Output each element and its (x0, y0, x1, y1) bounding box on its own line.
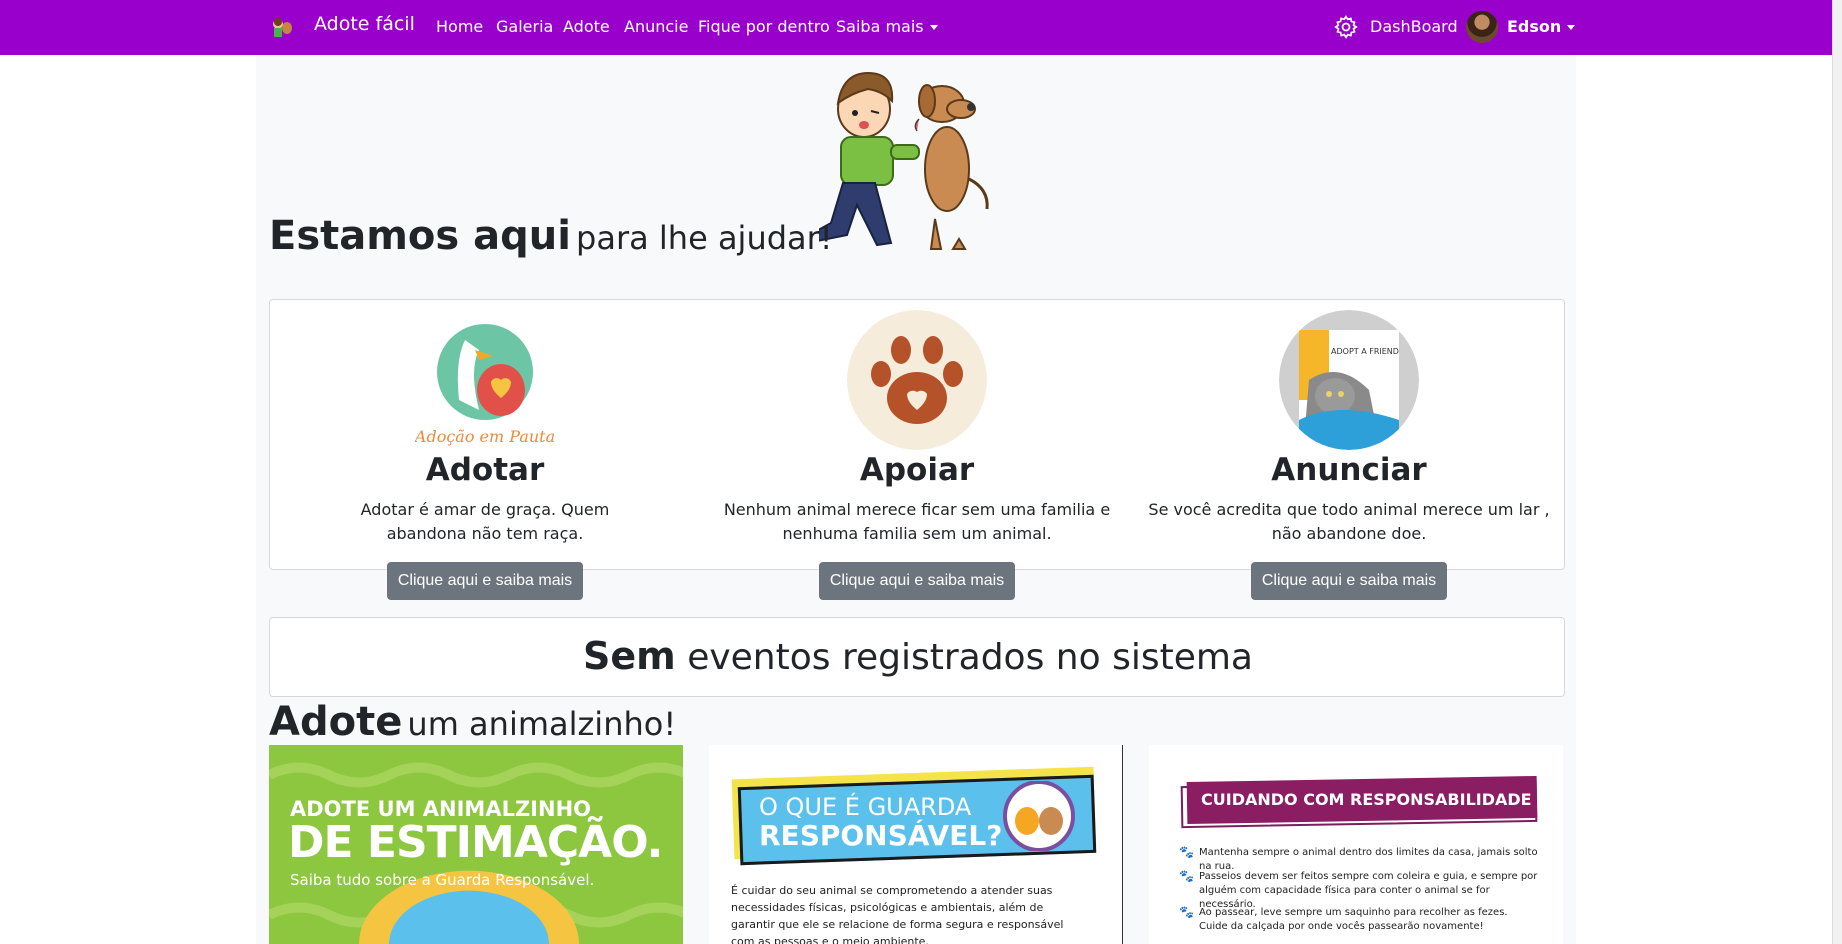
nav-dashboard[interactable]: DashBoard (1370, 17, 1458, 36)
adopt-tile-1[interactable]: ADOTE UM ANIMALZINHO DE ESTIMAÇÃO. Saiba… (269, 745, 683, 944)
user-avatar[interactable] (1466, 11, 1498, 43)
brand-name[interactable]: Adote fácil (314, 13, 415, 35)
tile2-body: É cuidar do seu animal se comprometendo … (731, 884, 1064, 944)
events-card: Sem eventos registrados no sistema (269, 617, 1565, 697)
feature-text-apoiar: Nenhum animal merece ficar sem uma famil… (723, 500, 1111, 543)
hero-heading-light: para lhe ajudar! (576, 219, 833, 257)
nav-anuncie[interactable]: Anuncie (624, 17, 688, 36)
feature-anunciar: ADOPT A FRIEND Anunciar Se você acredita… (1134, 300, 1564, 600)
paw-bullet-icon: 🐾 (1179, 845, 1194, 859)
chevron-down-icon (1567, 25, 1576, 30)
paw-bullet-icon: 🐾 (1179, 905, 1194, 919)
tile1-line2: DE ESTIMAÇÃO. (288, 817, 663, 868)
paw-bullet-icon: 🐾 (1179, 869, 1194, 883)
nav-home[interactable]: Home (436, 17, 483, 36)
tile2-line1: O QUE É GUARDA (759, 793, 972, 821)
adopt-heading: Adote um animalzinho! (269, 699, 676, 745)
feature-title-anunciar: Anunciar (1271, 452, 1427, 488)
top-navbar: Adote fácil Home Galeria Adote Anuncie F… (0, 0, 1832, 55)
events-message: Sem eventos registrados no sistema (270, 634, 1566, 678)
paw-icon (847, 310, 987, 450)
boy-and-dog-illustration (819, 71, 989, 250)
tile2-line2: RESPONSÁVEL? (759, 819, 1003, 852)
brand-logo-icon[interactable] (270, 15, 294, 39)
nav-fique-por-dentro[interactable]: Fique por dentro (698, 17, 830, 36)
feature-adotar: Adoção em Pauta Adotar Adotar é amar de … (270, 300, 700, 600)
adopt-tile-2[interactable]: O QUE É GUARDA RESPONSÁVEL? É cuidar do … (709, 745, 1123, 944)
events-message-light: eventos registrados no sistema (687, 637, 1253, 678)
feature-title-apoiar: Apoiar (859, 452, 975, 488)
nav-galeria[interactable]: Galeria (496, 17, 553, 36)
events-message-strong: Sem (583, 634, 676, 678)
main-container: Estamos aqui para lhe ajudar! Adoção em … (256, 55, 1576, 944)
tile3-title: CUIDANDO COM RESPONSABILIDADE (1201, 790, 1532, 809)
adocao-em-pauta-caption: Adoção em Pauta (415, 427, 555, 446)
hero-heading-strong: Estamos aqui (269, 213, 571, 259)
anunciar-saiba-mais-button[interactable]: Clique aqui e saiba mais (1251, 562, 1447, 600)
gear-icon[interactable] (1333, 14, 1359, 40)
nav-adote[interactable]: Adote (563, 17, 610, 36)
tile3-item-3: Ao passear, leve sempre um saquinho para… (1199, 907, 1508, 932)
tile1-line3: Saiba tudo sobre a Guarda Responsável. (290, 871, 595, 889)
nav-saiba-mais-label: Saiba mais (836, 17, 924, 36)
hero-heading: Estamos aqui para lhe ajudar! (269, 213, 833, 259)
chevron-down-icon (929, 25, 938, 30)
adopt-a-friend-caption: ADOPT A FRIEND (1331, 347, 1399, 356)
cat-and-dog-icon (1003, 781, 1075, 851)
adopt-heading-strong: Adote (269, 699, 403, 745)
features-card: Adoção em Pauta Adotar Adotar é amar de … (269, 299, 1565, 600)
feature-title-adotar: Adotar (425, 452, 545, 488)
feature-apoiar: Apoiar Nenhum animal merece ficar sem um… (702, 300, 1132, 600)
adopt-a-friend-poster: ADOPT A FRIEND (1279, 310, 1419, 450)
apoiar-saiba-mais-button[interactable]: Clique aqui e saiba mais (819, 562, 1015, 600)
adotar-saiba-mais-button[interactable]: Clique aqui e saiba mais (387, 562, 583, 600)
adopt-tile-3[interactable]: CUIDANDO COM RESPONSABILIDADE 🐾 Mantenha… (1149, 745, 1563, 944)
feature-text-anunciar: Se você acredita que todo animal merece … (1148, 500, 1550, 543)
page-scrollbar[interactable] (1832, 0, 1842, 944)
nav-saiba-mais-dropdown[interactable]: Saiba mais (836, 17, 938, 36)
feature-text-adotar: Adotar é amar de graça. Quem abandona nã… (360, 500, 610, 543)
adocao-em-pauta-logo: Adoção em Pauta (415, 324, 555, 446)
adopt-heading-light: um animalzinho! (407, 705, 677, 743)
user-menu-dropdown[interactable]: Edson (1507, 17, 1576, 36)
user-name: Edson (1507, 17, 1562, 36)
